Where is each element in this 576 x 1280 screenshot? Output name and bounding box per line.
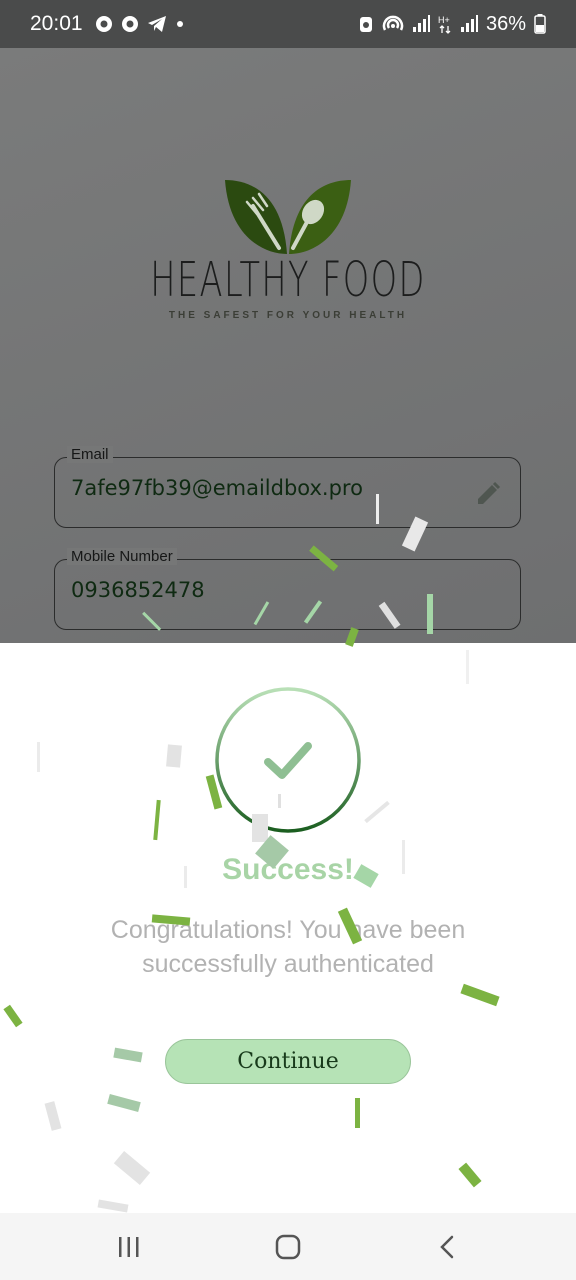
email-field-value: 7afe97fb39@emaildbox.pro — [71, 476, 363, 500]
back-button[interactable] — [417, 1227, 477, 1267]
brand-tagline: THE SAFEST FOR YOUR HEALTH — [168, 310, 408, 321]
battery-icon — [534, 14, 546, 34]
recent-apps-icon — [119, 1236, 139, 1257]
brand-title: HEALTHY FOOD — [150, 252, 426, 308]
status-bar: 20:01 H+ 36% — [0, 0, 576, 48]
recent-apps-button[interactable] — [99, 1227, 159, 1267]
leaf-utensils-icon — [225, 180, 351, 254]
success-check-icon — [215, 687, 361, 833]
edit-icon[interactable] — [474, 480, 502, 508]
alarm-icon — [359, 17, 372, 32]
background-screen: HEALTHY FOOD THE SAFEST FOR YOUR HEALTH … — [0, 48, 576, 643]
mobile-number-value: 0936852478 — [71, 578, 205, 602]
continue-button[interactable]: Continue — [165, 1039, 411, 1084]
home-icon — [275, 1234, 301, 1259]
success-title: Success! — [222, 853, 354, 886]
signal-icon — [460, 15, 478, 32]
system-nav-bar — [0, 1213, 576, 1280]
hotspot-icon — [382, 15, 404, 31]
brand-logo: HEALTHY FOOD THE SAFEST FOR YOUR HEALTH — [0, 176, 576, 321]
chrome-icon — [95, 16, 112, 32]
dot-icon — [176, 21, 183, 27]
success-dialog: Success! Congratulations! You have been … — [0, 643, 576, 1213]
battery-level: 36% — [485, 12, 526, 35]
signal-icon — [412, 15, 430, 32]
chrome-icon — [121, 16, 138, 32]
svg-text:H+: H+ — [438, 15, 450, 25]
data-icon: H+ — [438, 15, 451, 34]
email-field[interactable]: Email 7afe97fb39@emaildbox.pro — [54, 446, 521, 528]
success-message: Congratulations! You have been successfu… — [110, 916, 466, 978]
back-icon — [439, 1235, 453, 1258]
mobile-number-field[interactable]: Mobile Number 0936852478 — [54, 548, 521, 630]
telegram-icon — [147, 16, 166, 32]
status-time: 20:01 — [30, 12, 83, 35]
email-field-label: Email — [67, 446, 113, 463]
home-button[interactable] — [258, 1227, 318, 1267]
mobile-number-label: Mobile Number — [67, 548, 177, 565]
